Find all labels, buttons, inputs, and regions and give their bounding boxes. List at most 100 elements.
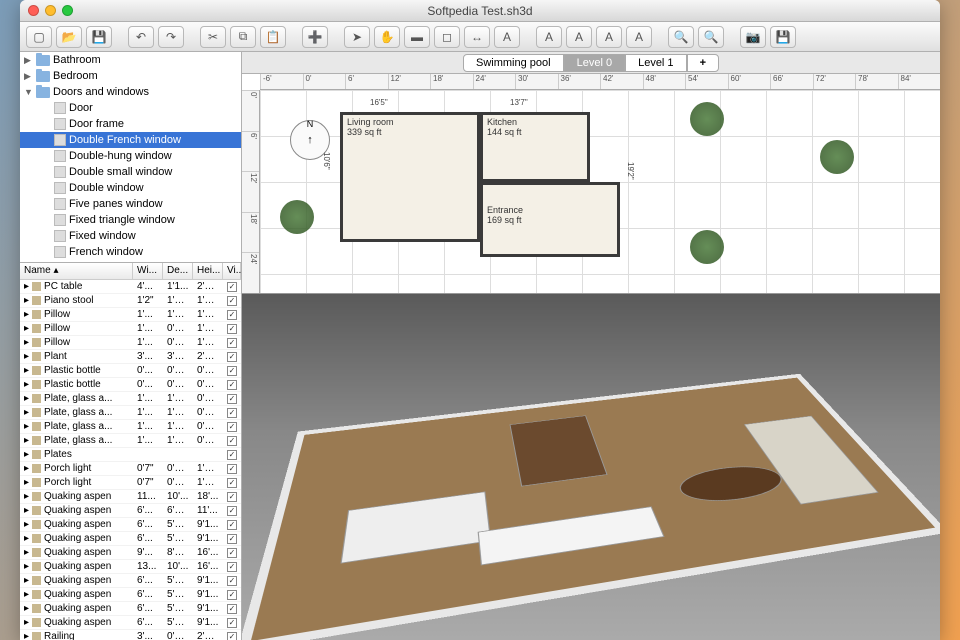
catalog-item[interactable]: Door — [20, 100, 241, 116]
cell-visible[interactable]: ✓ — [223, 379, 241, 390]
minimize-icon[interactable] — [45, 5, 56, 16]
checkbox-icon[interactable]: ✓ — [227, 506, 237, 516]
zoom-out-button[interactable]: 🔍 — [698, 26, 724, 48]
table-row[interactable]: ▸Quaking aspen 6'... 5'6⅜" 9'1... ✓ — [20, 616, 241, 630]
tree-object[interactable] — [690, 102, 724, 136]
table-row[interactable]: ▸Pillow 1'... 0'8¾" 1'1½" ✓ — [20, 322, 241, 336]
catalog-item[interactable]: Fixed window — [20, 228, 241, 244]
wardrobe-3d[interactable] — [510, 415, 608, 486]
cell-visible[interactable]: ✓ — [223, 421, 241, 432]
catalog-item[interactable]: French window — [20, 244, 241, 260]
table-row[interactable]: ▸Pillow 1'... 0'8¾" 1'1½" ✓ — [20, 336, 241, 350]
cell-visible[interactable]: ✓ — [223, 631, 241, 640]
3d-tool-3[interactable]: A — [596, 26, 622, 48]
add-level-tab[interactable]: + — [687, 54, 719, 72]
col-depth[interactable]: De... — [163, 263, 193, 279]
select-tool[interactable]: ➤ — [344, 26, 370, 48]
checkbox-icon[interactable]: ✓ — [227, 464, 237, 474]
table-row[interactable]: ▸Plate, glass a... 1'... 1'5⅝" 0'6⅜" ✓ — [20, 406, 241, 420]
checkbox-icon[interactable]: ✓ — [227, 408, 237, 418]
catalog-item[interactable]: Five panes window — [20, 196, 241, 212]
table-row[interactable]: ▸Plastic bottle 0'... 0'3¼" 0'1.... ✓ — [20, 378, 241, 392]
cell-visible[interactable]: ✓ — [223, 533, 241, 544]
cell-visible[interactable]: ✓ — [223, 365, 241, 376]
table-row[interactable]: ▸Railing 3'... 0'3⅜" 2'7½" ✓ — [20, 630, 241, 640]
entrance-room[interactable]: Entrance169 sq ft — [480, 182, 620, 257]
cell-visible[interactable]: ✓ — [223, 561, 241, 572]
living-room[interactable]: Living room339 sq ft — [340, 112, 480, 242]
cell-visible[interactable]: ✓ — [223, 603, 241, 614]
wall-tool[interactable]: ▬ — [404, 26, 430, 48]
table-row[interactable]: ▸Quaking aspen 6'... 5'6⅜" 9'1... ✓ — [20, 602, 241, 616]
cell-visible[interactable]: ✓ — [223, 281, 241, 292]
table-row[interactable]: ▸Pillow 1'... 1'2¾" 1'1½" ✓ — [20, 308, 241, 322]
checkbox-icon[interactable]: ✓ — [227, 366, 237, 376]
cell-visible[interactable]: ✓ — [223, 575, 241, 586]
photo-button[interactable]: 📷 — [740, 26, 766, 48]
catalog-item[interactable]: Double-hung window — [20, 148, 241, 164]
save-button[interactable]: 💾 — [86, 26, 112, 48]
table-row[interactable]: ▸Plates ✓ — [20, 448, 241, 462]
table-row[interactable]: ▸Porch light 0'7" 0'6¾" 1'0½" ✓ — [20, 476, 241, 490]
zoom-icon[interactable] — [62, 5, 73, 16]
plan-canvas[interactable]: ↑ Living room339 sq ft Kitche — [260, 90, 940, 293]
checkbox-icon[interactable]: ✓ — [227, 282, 237, 292]
paste-button[interactable]: 📋 — [260, 26, 286, 48]
catalog-item[interactable]: Double small window — [20, 164, 241, 180]
3d-view[interactable] — [242, 294, 940, 640]
table-row[interactable]: ▸Plate, glass a... 1'... 1'5⅝" 0'6⅜" ✓ — [20, 392, 241, 406]
plan-view[interactable]: -6'0'6'12'18'24'30'36'42'48'54'60'66'72'… — [242, 74, 940, 294]
table-row[interactable]: ▸Quaking aspen 9'... 8'5⅞" 16'... ✓ — [20, 546, 241, 560]
open-button[interactable]: 📂 — [56, 26, 82, 48]
table-row[interactable]: ▸Quaking aspen 11... 10'... 18'... ✓ — [20, 490, 241, 504]
checkbox-icon[interactable]: ✓ — [227, 296, 237, 306]
cell-visible[interactable]: ✓ — [223, 449, 241, 460]
cell-visible[interactable]: ✓ — [223, 547, 241, 558]
tree-object[interactable] — [690, 230, 724, 264]
table-row[interactable]: ▸Plastic bottle 0'... 0'3⅜" 0'1.... ✓ — [20, 364, 241, 378]
catalog-folder[interactable]: ▼Doors and windows — [20, 84, 241, 100]
col-visible[interactable]: Vi... — [223, 263, 241, 279]
table-row[interactable]: ▸Porch light 0'7" 0'6¾" 1'0½" ✓ — [20, 462, 241, 476]
checkbox-icon[interactable]: ✓ — [227, 492, 237, 502]
cell-visible[interactable]: ✓ — [223, 295, 241, 306]
cut-button[interactable]: ✂ — [200, 26, 226, 48]
pan-tool[interactable]: ✋ — [374, 26, 400, 48]
level-tab[interactable]: Swimming pool — [463, 54, 564, 72]
bed-3d[interactable] — [341, 491, 492, 563]
room-tool[interactable]: ◻ — [434, 26, 460, 48]
checkbox-icon[interactable]: ✓ — [227, 520, 237, 530]
checkbox-icon[interactable]: ✓ — [227, 380, 237, 390]
checkbox-icon[interactable]: ✓ — [227, 394, 237, 404]
col-width[interactable]: Wi... — [133, 263, 163, 279]
redo-button[interactable]: ↷ — [158, 26, 184, 48]
cell-visible[interactable]: ✓ — [223, 617, 241, 628]
cell-visible[interactable]: ✓ — [223, 477, 241, 488]
catalog-item[interactable]: Door frame — [20, 116, 241, 132]
checkbox-icon[interactable]: ✓ — [227, 422, 237, 432]
cell-visible[interactable]: ✓ — [223, 309, 241, 320]
table-row[interactable]: ▸PC table 4'... 1'1... 2'5⅞" ✓ — [20, 280, 241, 294]
table-row[interactable]: ▸Quaking aspen 6'... 6'3⅝" 11'... ✓ — [20, 504, 241, 518]
checkbox-icon[interactable]: ✓ — [227, 618, 237, 628]
cell-visible[interactable]: ✓ — [223, 351, 241, 362]
3d-tool-1[interactable]: A — [536, 26, 562, 48]
close-icon[interactable] — [28, 5, 39, 16]
checkbox-icon[interactable]: ✓ — [227, 576, 237, 586]
catalog-item[interactable]: Fixed triangle window — [20, 212, 241, 228]
catalog-folder[interactable]: ▶Bathroom — [20, 52, 241, 68]
level-tab[interactable]: Level 0 — [564, 54, 625, 72]
undo-button[interactable]: ↶ — [128, 26, 154, 48]
level-tab[interactable]: Level 1 — [625, 54, 686, 72]
dimension-tool[interactable]: ↔ — [464, 26, 490, 48]
checkbox-icon[interactable]: ✓ — [227, 450, 237, 460]
cell-visible[interactable]: ✓ — [223, 519, 241, 530]
checkbox-icon[interactable]: ✓ — [227, 478, 237, 488]
table-row[interactable]: ▸Quaking aspen 13... 10'... 16'... ✓ — [20, 560, 241, 574]
table-3d[interactable] — [673, 461, 792, 507]
catalog-folder[interactable]: ▶Bedroom — [20, 68, 241, 84]
checkbox-icon[interactable]: ✓ — [227, 324, 237, 334]
3d-tool-4[interactable]: A — [626, 26, 652, 48]
checkbox-icon[interactable]: ✓ — [227, 338, 237, 348]
cell-visible[interactable]: ✓ — [223, 491, 241, 502]
